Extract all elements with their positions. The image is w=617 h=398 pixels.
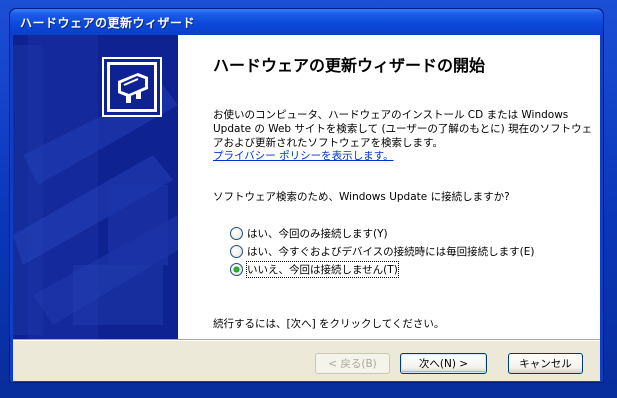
radio-yes-once[interactable] — [230, 226, 243, 240]
option-yes-always[interactable]: はい、今すぐおよびデバイスの接続時には毎回接続します(E) — [230, 243, 535, 259]
next-button[interactable]: 次へ(N) > — [400, 353, 487, 374]
option-yes-once[interactable]: はい、今回のみ接続します(Y) — [230, 225, 388, 241]
option-no[interactable]: いいえ、今回は接続しません(T) — [230, 260, 399, 278]
connect-question: ソフトウェア検索のため、Windows Update に接続しますか? — [213, 191, 510, 203]
wizard-heading: ハードウェアの更新ウィザードの開始 — [213, 56, 486, 75]
continue-instruction: 続行するには、[次へ] をクリックしてください。 — [213, 318, 445, 330]
radio-yes-always[interactable] — [230, 244, 243, 258]
privacy-policy-link[interactable]: プライバシー ポリシーを表示します。 — [213, 148, 394, 163]
wizard-description: お使いのコンピュータ、ハードウェアのインストール CD または Windows … — [213, 109, 593, 149]
title-bar[interactable]: ハードウェアの更新ウィザード — [10, 9, 603, 35]
back-button[interactable]: < 戻る(B) — [315, 353, 390, 374]
wizard-client-area: ハードウェアの更新ウィザードの開始 お使いのコンピュータ、ハードウェアのインスト… — [13, 35, 600, 381]
option-label: はい、今回のみ接続します(Y) — [247, 227, 388, 240]
hardware-device-icon — [102, 57, 162, 117]
option-label: はい、今すぐおよびデバイスの接続時には毎回接続します(E) — [247, 245, 535, 258]
cancel-button[interactable]: キャンセル — [508, 353, 583, 374]
window-title: ハードウェアの更新ウィザード — [20, 16, 196, 30]
radio-no-checked[interactable] — [230, 262, 243, 276]
wizard-sidebar-banner — [13, 35, 178, 339]
button-area-divider — [13, 339, 600, 341]
wizard-content-pane: ハードウェアの更新ウィザードの開始 お使いのコンピュータ、ハードウェアのインスト… — [178, 35, 600, 339]
option-label: いいえ、今回は接続しません(T) — [246, 260, 399, 278]
wizard-window: ハードウェアの更新ウィザード ハードウェアの更新ウィザードの開始 お使いのコンピ… — [9, 8, 604, 383]
